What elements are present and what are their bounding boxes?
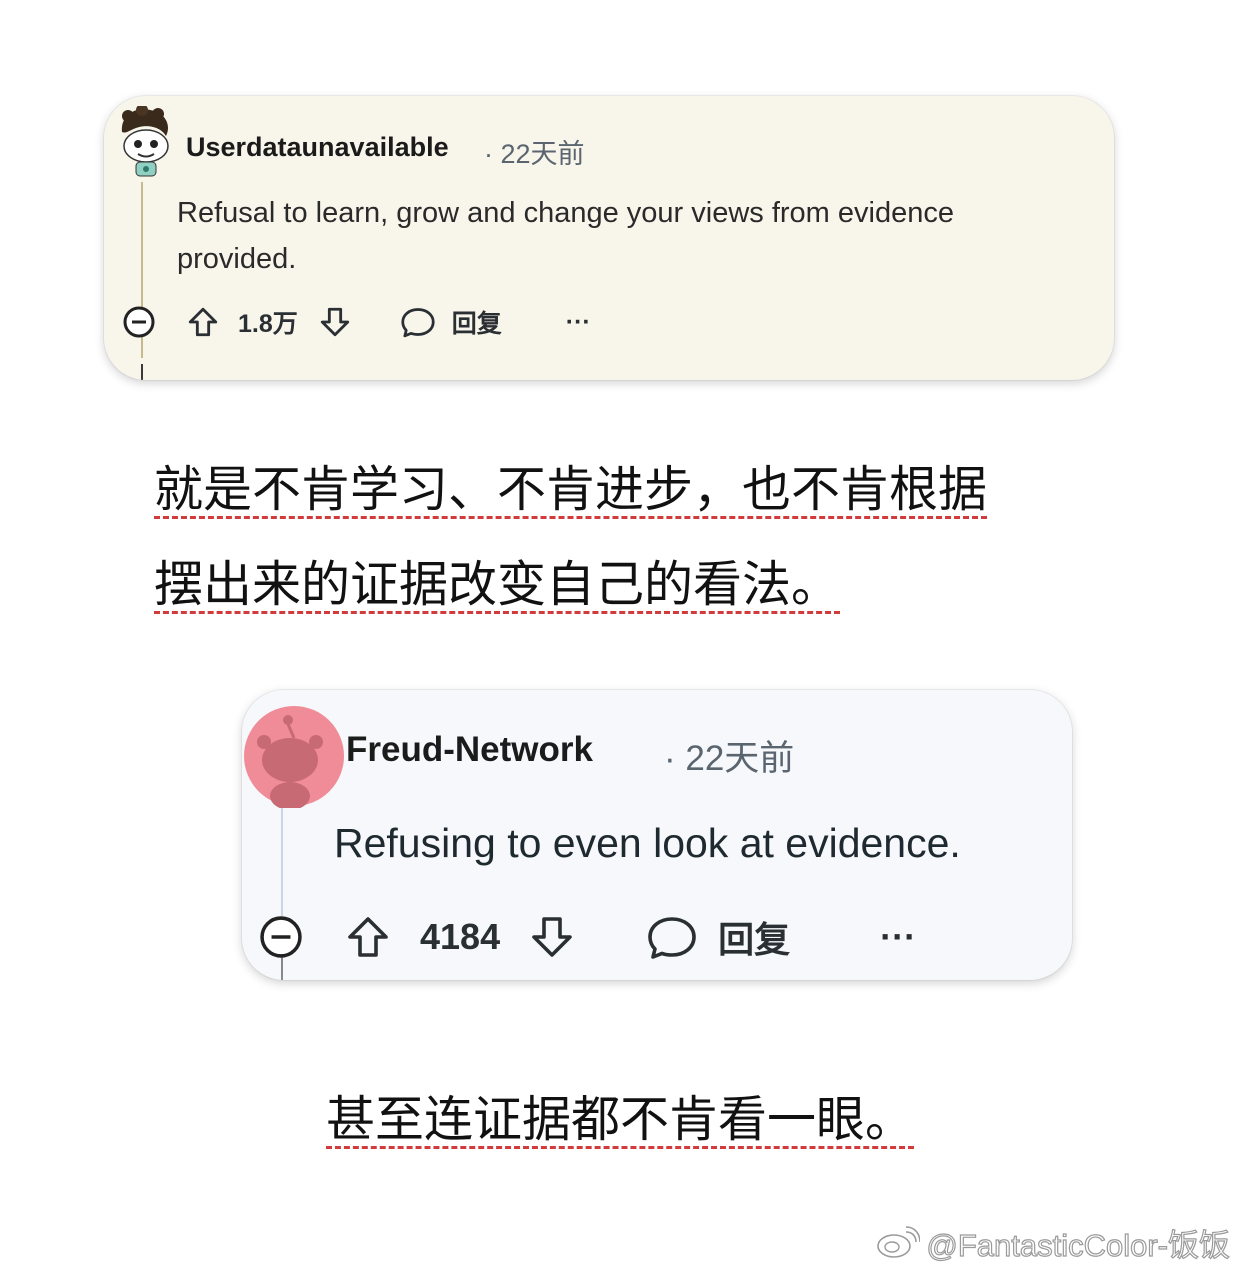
caption-line: 甚至连证据都不肯看一眼。	[326, 1091, 915, 1148]
reply-button[interactable]: 回复	[718, 911, 790, 963]
comment-card-freud-network: Freud-Network · 22天前 Refusing to even lo…	[242, 690, 1072, 980]
username[interactable]: Freud-Network	[346, 730, 593, 770]
comment-text: Refusing to even look at evidence.	[334, 820, 961, 866]
downvote-icon[interactable]	[318, 305, 352, 339]
upvote-icon[interactable]	[186, 305, 220, 339]
comment-timestamp: · 22天前	[484, 139, 585, 169]
username[interactable]: Userdataunavailable	[186, 132, 449, 163]
comment-timestamp: · 22天前	[664, 739, 795, 778]
reply-icon[interactable]	[400, 305, 436, 339]
user-avatar[interactable]	[116, 104, 174, 182]
vote-count: 1.8万	[238, 310, 298, 338]
caption-line: 就是不肯学习、不肯进步，也不肯根据	[154, 461, 988, 518]
collapse-thread-icon[interactable]	[122, 305, 156, 339]
upvote-icon[interactable]	[344, 913, 392, 961]
comment-actions: 4184 回复 ···	[258, 912, 916, 962]
thread-line	[281, 800, 283, 916]
comment-actions: 1.8万 回复 ···	[122, 302, 591, 342]
reply-icon[interactable]	[646, 913, 698, 961]
collapse-thread-icon[interactable]	[258, 914, 304, 960]
caption-line: 摆出来的证据改变自己的看法。	[154, 556, 841, 613]
more-options-button[interactable]: ···	[880, 916, 916, 958]
downvote-icon[interactable]	[528, 913, 576, 961]
watermark-text: @FantasticColor-饭饭	[926, 1227, 1231, 1263]
comment-card-userdataunavailable: Userdataunavailable · 22天前 Refusal to le…	[104, 96, 1114, 380]
watermark: @FantasticColor-饭饭	[876, 1220, 1231, 1265]
vote-count: 4184	[420, 916, 501, 957]
weibo-logo-icon	[876, 1225, 921, 1260]
more-options-button[interactable]: ···	[566, 308, 591, 337]
reply-button[interactable]: 回复	[452, 304, 502, 340]
thread-line-tail	[141, 364, 143, 380]
comment-text: Refusal to learn, grow and change your v…	[177, 197, 954, 275]
user-avatar[interactable]	[242, 704, 346, 810]
